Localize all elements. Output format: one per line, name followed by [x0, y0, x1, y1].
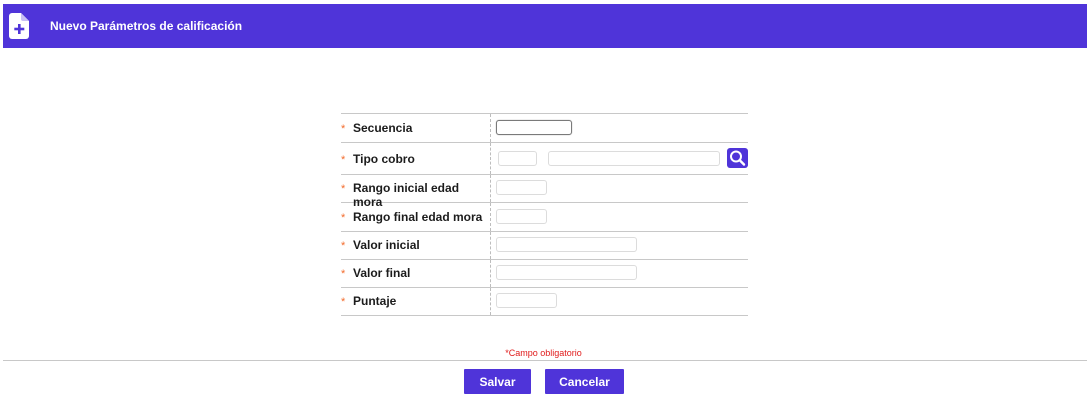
- rango-final-label: Rango final edad mora: [353, 210, 483, 224]
- label-cell: * Valor final: [341, 260, 491, 287]
- required-asterisk: *: [341, 240, 346, 252]
- tipo-cobro-search-button[interactable]: [727, 148, 748, 168]
- cancel-button[interactable]: Cancelar: [545, 369, 624, 394]
- label-cell: * Tipo cobro: [341, 143, 491, 174]
- page-header: Nuevo Parámetros de calificación: [3, 4, 1087, 48]
- puntaje-input[interactable]: [496, 293, 557, 308]
- secuencia-input[interactable]: [496, 120, 572, 135]
- form-row-tipo-cobro: * Tipo cobro: [341, 143, 748, 175]
- puntaje-label: Puntaje: [353, 294, 397, 308]
- required-asterisk: *: [341, 123, 346, 135]
- label-cell: * Secuencia: [341, 114, 491, 142]
- required-asterisk: *: [341, 268, 346, 280]
- required-field-note: *Campo obligatorio: [505, 348, 582, 358]
- file-plus-icon: [9, 13, 29, 39]
- search-icon: [730, 150, 746, 166]
- footer-divider: [3, 360, 1087, 361]
- form-row-valor-final: * Valor final: [341, 260, 748, 288]
- secuencia-label: Secuencia: [353, 121, 413, 135]
- valor-inicial-label: Valor inicial: [353, 238, 420, 252]
- rating-parameters-form: * Secuencia * Tipo cobro * Rango inicial…: [341, 113, 748, 316]
- valor-final-input[interactable]: [496, 265, 637, 280]
- page-title: Nuevo Parámetros de calificación: [50, 19, 243, 33]
- required-asterisk: *: [341, 154, 346, 166]
- form-row-rango-final: * Rango final edad mora: [341, 203, 748, 232]
- valor-final-label: Valor final: [353, 266, 411, 280]
- save-button[interactable]: Salvar: [464, 369, 531, 394]
- form-row-rango-inicial: * Rango inicial edad mora: [341, 175, 748, 209]
- tipo-cobro-description-input[interactable]: [548, 151, 720, 166]
- form-row-puntaje: * Puntaje: [341, 288, 748, 316]
- label-cell: * Rango inicial edad mora: [341, 175, 491, 209]
- form-row-valor-inicial: * Valor inicial: [341, 232, 748, 260]
- label-cell: * Valor inicial: [341, 232, 491, 259]
- rango-inicial-input[interactable]: [496, 180, 547, 195]
- valor-inicial-input[interactable]: [496, 237, 637, 252]
- tipo-cobro-code-input[interactable]: [498, 151, 537, 166]
- rango-final-input[interactable]: [496, 209, 547, 224]
- required-asterisk: *: [341, 212, 346, 224]
- required-asterisk: *: [341, 183, 346, 195]
- label-cell: * Rango final edad mora: [341, 203, 491, 231]
- form-row-secuencia: * Secuencia: [341, 114, 748, 143]
- tipo-cobro-label: Tipo cobro: [353, 152, 415, 166]
- required-asterisk: *: [341, 296, 346, 308]
- label-cell: * Puntaje: [341, 288, 491, 315]
